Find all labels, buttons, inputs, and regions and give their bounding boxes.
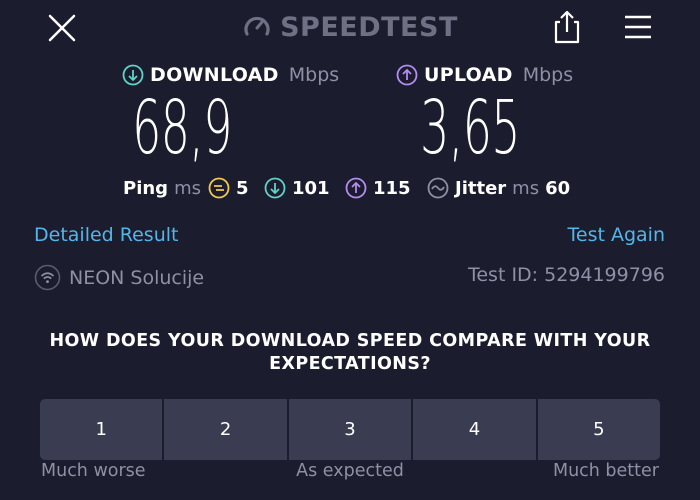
test-id: Test ID: 5294199796: [467, 264, 665, 286]
hamburger-menu-icon: [625, 15, 651, 39]
scale-high-label: Much better: [552, 461, 659, 481]
share-button[interactable]: [550, 8, 584, 46]
rating-scale: 1 2 3 4 5: [40, 399, 660, 460]
download-latency-icon: [264, 177, 286, 199]
ping-unit: ms: [174, 177, 201, 199]
download-label: DOWNLOAD: [150, 64, 279, 86]
upload-speed-value: 3,65: [420, 85, 520, 171]
upload-label: UPLOAD: [424, 64, 513, 86]
rating-button-3[interactable]: 3: [288, 399, 414, 460]
ping-label-group: Ping ms: [123, 174, 201, 202]
rating-button-1[interactable]: 1: [40, 399, 165, 460]
upload-arrow-icon: [396, 64, 418, 86]
jitter-unit: ms: [512, 177, 540, 199]
ping-label: Ping: [123, 177, 169, 199]
survey-question: HOW DOES YOUR DOWNLOAD SPEED COMPARE WIT…: [49, 331, 651, 374]
ping-download: 101: [264, 174, 330, 202]
rating-button-4[interactable]: 4: [413, 399, 538, 460]
ping-upload: 115: [345, 174, 411, 202]
idle-latency-icon: [208, 177, 230, 199]
detailed-result-link[interactable]: Detailed Result: [34, 224, 178, 246]
rating-button-2[interactable]: 2: [164, 399, 289, 460]
upload-unit: Mbps: [522, 64, 574, 86]
jitter-label: Jitter: [455, 177, 507, 199]
upload-latency-icon: [345, 177, 367, 199]
download-unit: Mbps: [288, 64, 340, 86]
jitter-icon: [427, 177, 449, 199]
jitter-value: 60: [545, 177, 571, 199]
ping-idle: 5: [208, 174, 249, 202]
wifi-icon: [34, 264, 61, 291]
download-speed-value: 68,9: [132, 85, 232, 171]
provider-info: NEON Solucije: [34, 264, 204, 291]
ping-row: Ping ms 5 101 115 Jitter ms 60: [0, 174, 700, 202]
provider-name: NEON Solucije: [69, 266, 205, 289]
jitter-group: Jitter ms 60: [427, 174, 570, 202]
ping-upload-value: 115: [373, 177, 411, 199]
menu-button[interactable]: [622, 12, 654, 42]
download-arrow-icon: [122, 64, 144, 86]
ping-download-value: 101: [292, 177, 330, 199]
test-again-link[interactable]: Test Again: [568, 224, 665, 246]
logo-text: SPEEDTEST: [280, 11, 458, 43]
speedometer-icon: [244, 16, 270, 36]
share-icon: [554, 10, 580, 44]
speedtest-logo: SPEEDTEST: [0, 6, 700, 48]
ping-idle-value: 5: [236, 177, 249, 199]
rating-button-5[interactable]: 5: [537, 399, 660, 460]
